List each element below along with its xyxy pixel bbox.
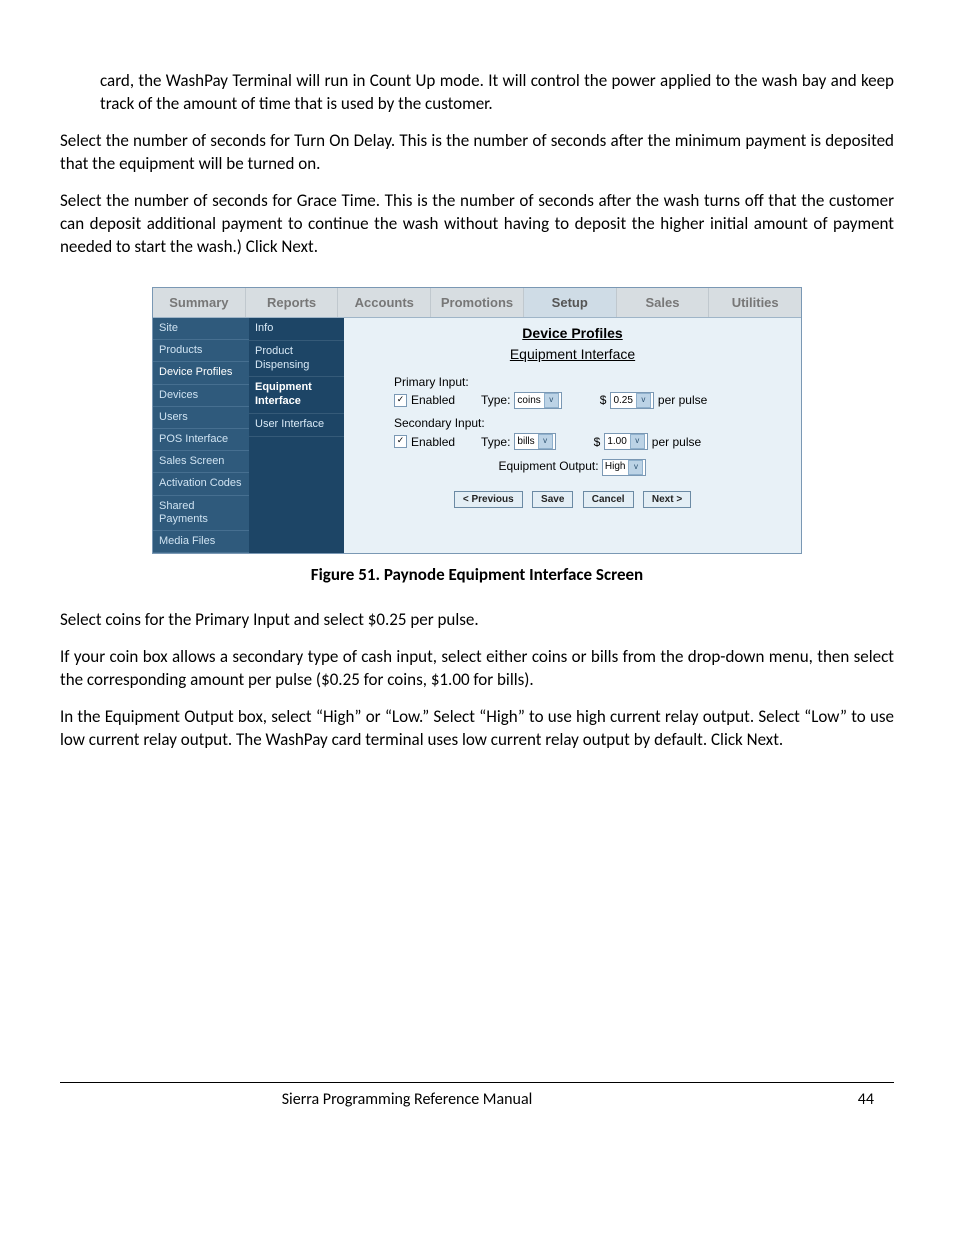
tab-summary[interactable]: Summary xyxy=(153,288,246,318)
save-button[interactable]: Save xyxy=(532,491,573,509)
top-tabs: Summary Reports Accounts Promotions Setu… xyxy=(153,288,801,319)
primary-input-row: ✓ Enabled Type: coins v $ 0.25 v xyxy=(394,392,791,409)
primary-enabled-label: Enabled xyxy=(411,392,455,408)
equipment-output-select[interactable]: High v xyxy=(602,459,647,476)
paragraph: Select coins for the Primary Input and s… xyxy=(60,609,894,632)
app-window: Summary Reports Accounts Promotions Setu… xyxy=(152,287,802,555)
paragraph: card, the WashPay Terminal will run in C… xyxy=(100,70,894,116)
primary-type-select[interactable]: coins v xyxy=(514,392,561,409)
sidebar-item-shared-payments[interactable]: Shared Payments xyxy=(153,496,249,531)
tab-utilities[interactable]: Utilities xyxy=(709,288,801,318)
secondary-type-label: Type: xyxy=(481,434,510,450)
chevron-down-icon: v xyxy=(538,434,553,449)
primary-type-label: Type: xyxy=(481,392,510,408)
sidebar-item-products[interactable]: Products xyxy=(153,340,249,362)
secondary-input-label: Secondary Input: xyxy=(394,415,791,431)
chevron-down-icon: v xyxy=(630,434,645,449)
primary-input-label: Primary Input: xyxy=(394,374,791,390)
sidebar-item-sales-screen[interactable]: Sales Screen xyxy=(153,451,249,473)
currency-symbol: $ xyxy=(600,392,607,408)
chevron-down-icon: v xyxy=(544,393,559,408)
secondary-enabled-checkbox[interactable]: ✓ xyxy=(394,435,407,448)
sidebar-item-site[interactable]: Site xyxy=(153,318,249,340)
secondary-type-select[interactable]: bills v xyxy=(514,433,555,450)
currency-symbol: $ xyxy=(594,434,601,450)
subnav-product-dispensing[interactable]: Product Dispensing xyxy=(249,341,344,378)
sidebar-item-activation-codes[interactable]: Activation Codes xyxy=(153,473,249,495)
secondary-input-row: ✓ Enabled Type: bills v $ 1.00 v xyxy=(394,433,791,450)
paragraph: In the Equipment Output box, select “Hig… xyxy=(60,706,894,752)
page-title: Device Profiles xyxy=(354,324,791,343)
content-pane: Device Profiles Equipment Interface Prim… xyxy=(344,318,801,553)
paragraph: Select the number of seconds for Turn On… xyxy=(60,130,894,176)
equipment-output-value: High xyxy=(605,460,626,474)
tab-promotions[interactable]: Promotions xyxy=(431,288,524,318)
sidebar-item-pos-interface[interactable]: POS Interface xyxy=(153,429,249,451)
cancel-button[interactable]: Cancel xyxy=(583,491,634,509)
page-footer: Sierra Programming Reference Manual 44 xyxy=(60,1082,894,1111)
previous-button[interactable]: < Previous xyxy=(454,491,523,509)
equipment-output-label: Equipment Output: xyxy=(499,459,599,473)
figure-screenshot: Summary Reports Accounts Promotions Setu… xyxy=(152,287,802,588)
tab-sales[interactable]: Sales xyxy=(617,288,710,318)
primary-type-value: coins xyxy=(517,394,540,408)
sidebar-item-media-files[interactable]: Media Files xyxy=(153,531,249,553)
per-pulse-label: per pulse xyxy=(652,434,701,450)
chevron-down-icon: v xyxy=(636,393,651,408)
tab-accounts[interactable]: Accounts xyxy=(338,288,431,318)
sidebar-main: Site Products Device Profiles Devices Us… xyxy=(153,318,249,553)
page-subtitle: Equipment Interface xyxy=(354,345,791,364)
per-pulse-label: per pulse xyxy=(658,392,707,408)
paragraph: If your coin box allows a secondary type… xyxy=(60,646,894,692)
primary-amount-select[interactable]: 0.25 v xyxy=(610,392,653,409)
subnav-info[interactable]: Info xyxy=(249,318,344,341)
secondary-enabled-label: Enabled xyxy=(411,434,455,450)
footer-title: Sierra Programming Reference Manual xyxy=(60,1089,754,1111)
tab-reports[interactable]: Reports xyxy=(246,288,339,318)
next-button[interactable]: Next > xyxy=(643,491,691,509)
paragraph: Select the number of seconds for Grace T… xyxy=(60,190,894,259)
sidebar-sub: Info Product Dispensing Equipment Interf… xyxy=(249,318,344,553)
chevron-down-icon: v xyxy=(628,460,643,475)
secondary-amount-value: 1.00 xyxy=(607,435,626,449)
secondary-type-value: bills xyxy=(517,435,534,449)
button-row: < Previous Save Cancel Next > xyxy=(354,490,791,509)
secondary-amount-select[interactable]: 1.00 v xyxy=(604,433,647,450)
primary-amount-value: 0.25 xyxy=(613,394,632,408)
footer-page-number: 44 xyxy=(754,1089,894,1111)
subnav-equipment-interface[interactable]: Equipment Interface xyxy=(249,377,344,414)
tab-setup[interactable]: Setup xyxy=(524,288,617,318)
subnav-user-interface[interactable]: User Interface xyxy=(249,414,344,437)
primary-enabled-checkbox[interactable]: ✓ xyxy=(394,394,407,407)
sidebar-item-devices[interactable]: Devices xyxy=(153,385,249,407)
figure-caption: Figure 51. Paynode Equipment Interface S… xyxy=(152,564,802,587)
sidebar-item-users[interactable]: Users xyxy=(153,407,249,429)
sidebar-item-device-profiles[interactable]: Device Profiles xyxy=(153,362,249,384)
